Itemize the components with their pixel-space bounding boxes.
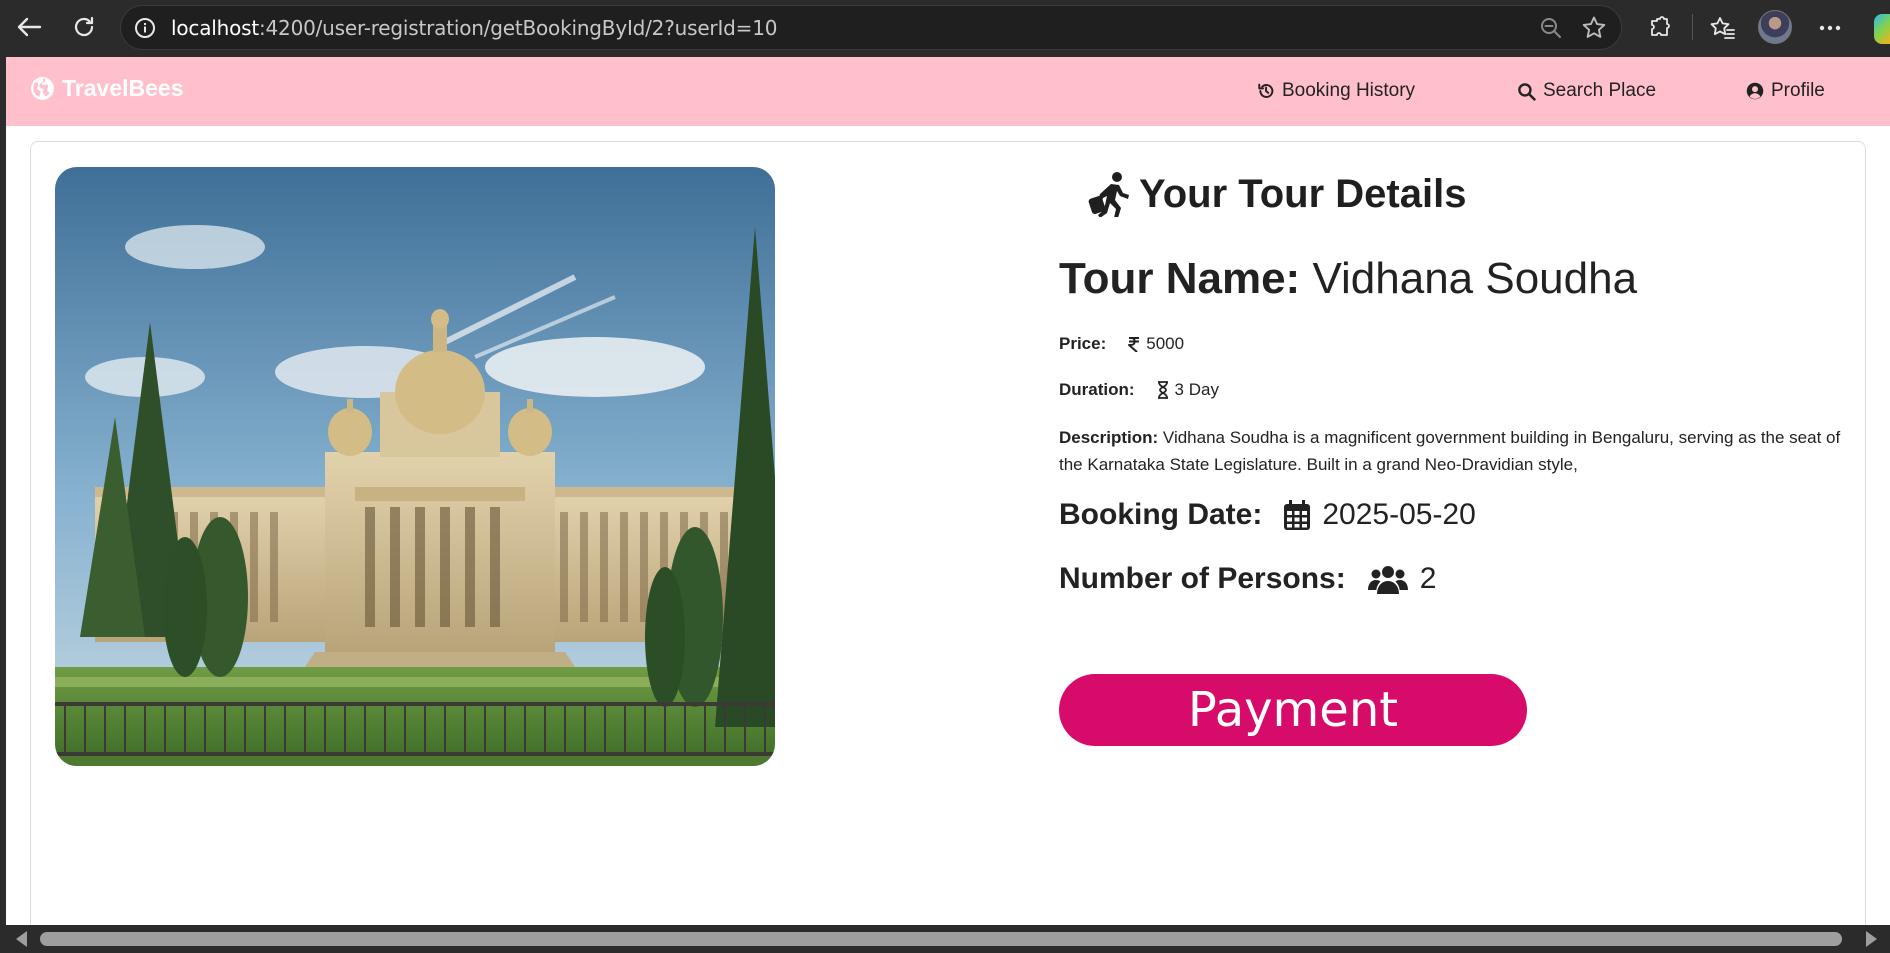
description-label: Description: bbox=[1059, 428, 1159, 447]
payment-button[interactable]: Payment bbox=[1059, 674, 1527, 746]
extensions-button[interactable] bbox=[1641, 9, 1679, 47]
details-heading: Your Tour Details bbox=[1087, 171, 1466, 217]
zoom-out-icon[interactable] bbox=[1539, 16, 1563, 45]
favorites-list-icon bbox=[1710, 17, 1735, 39]
puzzle-icon bbox=[1651, 16, 1670, 36]
url-host: localhost bbox=[171, 15, 259, 40]
details-heading-text: Your Tour Details bbox=[1139, 171, 1467, 216]
site-info-icon[interactable] bbox=[133, 16, 157, 40]
url-path: :4200/user-registration/getBookingById/2… bbox=[258, 15, 778, 40]
page-viewport: TravelBees Booking History Search Place … bbox=[6, 57, 1890, 925]
booking-date-label: Booking Date: bbox=[1059, 498, 1263, 531]
reload-icon bbox=[74, 16, 94, 37]
address-bar[interactable]: localhost:4200/user-registration/getBook… bbox=[120, 5, 1622, 50]
scrollbar-thumb[interactable] bbox=[40, 932, 1842, 946]
person-walking-luggage-icon bbox=[1088, 172, 1129, 217]
brand-logo[interactable]: TravelBees bbox=[30, 75, 183, 102]
persons-value: 2 bbox=[1419, 562, 1437, 595]
duration-value: 3 Day bbox=[1174, 380, 1219, 399]
nav-booking-history[interactable]: Booking History bbox=[1257, 80, 1415, 102]
navbar: TravelBees Booking History Search Place … bbox=[6, 57, 1890, 126]
url-text[interactable]: localhost:4200/user-registration/getBook… bbox=[171, 16, 777, 40]
browser-toolbar: localhost:4200/user-registration/getBook… bbox=[0, 0, 1890, 57]
favorite-star-icon[interactable] bbox=[1581, 15, 1607, 46]
horizontal-scrollbar[interactable] bbox=[0, 925, 1890, 953]
booking-date-row: Booking Date: 2025-05-20 bbox=[1059, 498, 1476, 532]
duration-label: Duration: bbox=[1059, 380, 1135, 399]
tour-name-row: Tour Name: Vidhana Soudha bbox=[1059, 254, 1637, 304]
brand-name: TravelBees bbox=[62, 75, 184, 101]
nav-search-place-label: Search Place bbox=[1543, 80, 1657, 101]
user-circle-icon bbox=[1746, 82, 1764, 100]
nav-booking-history-label: Booking History bbox=[1282, 80, 1416, 101]
more-menu-button[interactable] bbox=[1811, 9, 1849, 47]
description: Description: Vidhana Soudha is a magnifi… bbox=[1059, 424, 1849, 478]
price-label: Price: bbox=[1059, 334, 1107, 353]
profile-avatar[interactable] bbox=[1758, 10, 1792, 44]
rupee-icon bbox=[1128, 337, 1140, 352]
more-dots-icon bbox=[1819, 25, 1841, 31]
nav-search-place[interactable]: Search Place bbox=[1517, 80, 1656, 102]
back-button[interactable] bbox=[10, 8, 48, 46]
nav-profile-label: Profile bbox=[1771, 80, 1825, 101]
nav-profile[interactable]: Profile bbox=[1746, 80, 1825, 102]
booking-date-value: 2025-05-20 bbox=[1322, 498, 1476, 531]
persons-label: Number of Persons: bbox=[1059, 562, 1346, 595]
copilot-icon[interactable] bbox=[1874, 14, 1890, 44]
duration-row: Duration: 3 Day bbox=[1059, 380, 1219, 400]
price-row: Price: 5000 bbox=[1059, 334, 1184, 354]
description-text: Vidhana Soudha is a magnificent governme… bbox=[1059, 428, 1841, 474]
toolbar-divider bbox=[1692, 14, 1693, 40]
globe-icon bbox=[31, 77, 54, 100]
scroll-left-arrow[interactable] bbox=[16, 931, 27, 947]
reload-button[interactable] bbox=[65, 8, 103, 46]
tour-photo bbox=[55, 167, 775, 766]
hourglass-icon bbox=[1157, 381, 1168, 399]
search-icon bbox=[1518, 82, 1536, 101]
favorites-button[interactable] bbox=[1703, 9, 1741, 47]
tour-name-label: Tour Name: bbox=[1059, 254, 1301, 303]
price-value: 5000 bbox=[1146, 334, 1185, 353]
tour-name-value: Vidhana Soudha bbox=[1312, 254, 1638, 303]
calendar-icon bbox=[1284, 500, 1311, 530]
users-icon bbox=[1367, 566, 1408, 594]
history-icon bbox=[1258, 83, 1274, 98]
scroll-right-arrow[interactable] bbox=[1866, 931, 1877, 947]
persons-row: Number of Persons: 2 bbox=[1059, 562, 1436, 596]
back-arrow-icon bbox=[17, 17, 42, 37]
